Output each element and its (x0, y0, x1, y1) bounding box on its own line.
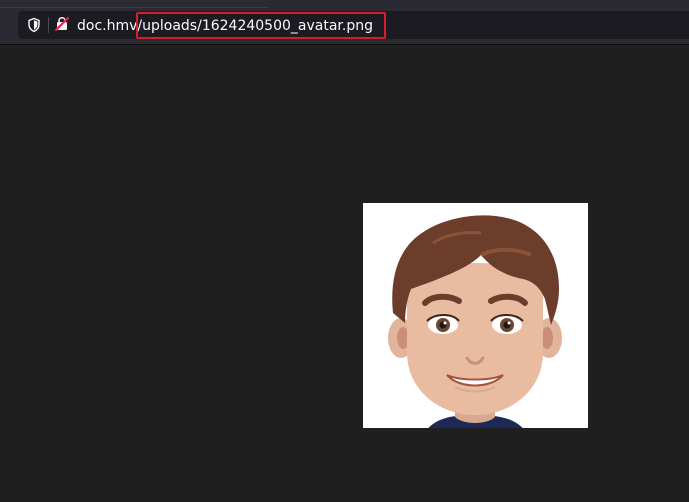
shield-icon[interactable] (26, 17, 42, 33)
tab-strip (0, 0, 689, 8)
site-identity-icon[interactable] (54, 16, 70, 32)
url-path-highlight-box (136, 12, 386, 39)
address-bar-separator (48, 17, 49, 33)
browser-window: doc.hmv/uploads/1624240500_avatar.png (0, 0, 689, 502)
page-viewport (0, 45, 689, 502)
active-tab-edge[interactable] (0, 0, 268, 8)
url-domain: doc.hmv (77, 18, 138, 34)
avatar-image[interactable] (363, 203, 588, 428)
